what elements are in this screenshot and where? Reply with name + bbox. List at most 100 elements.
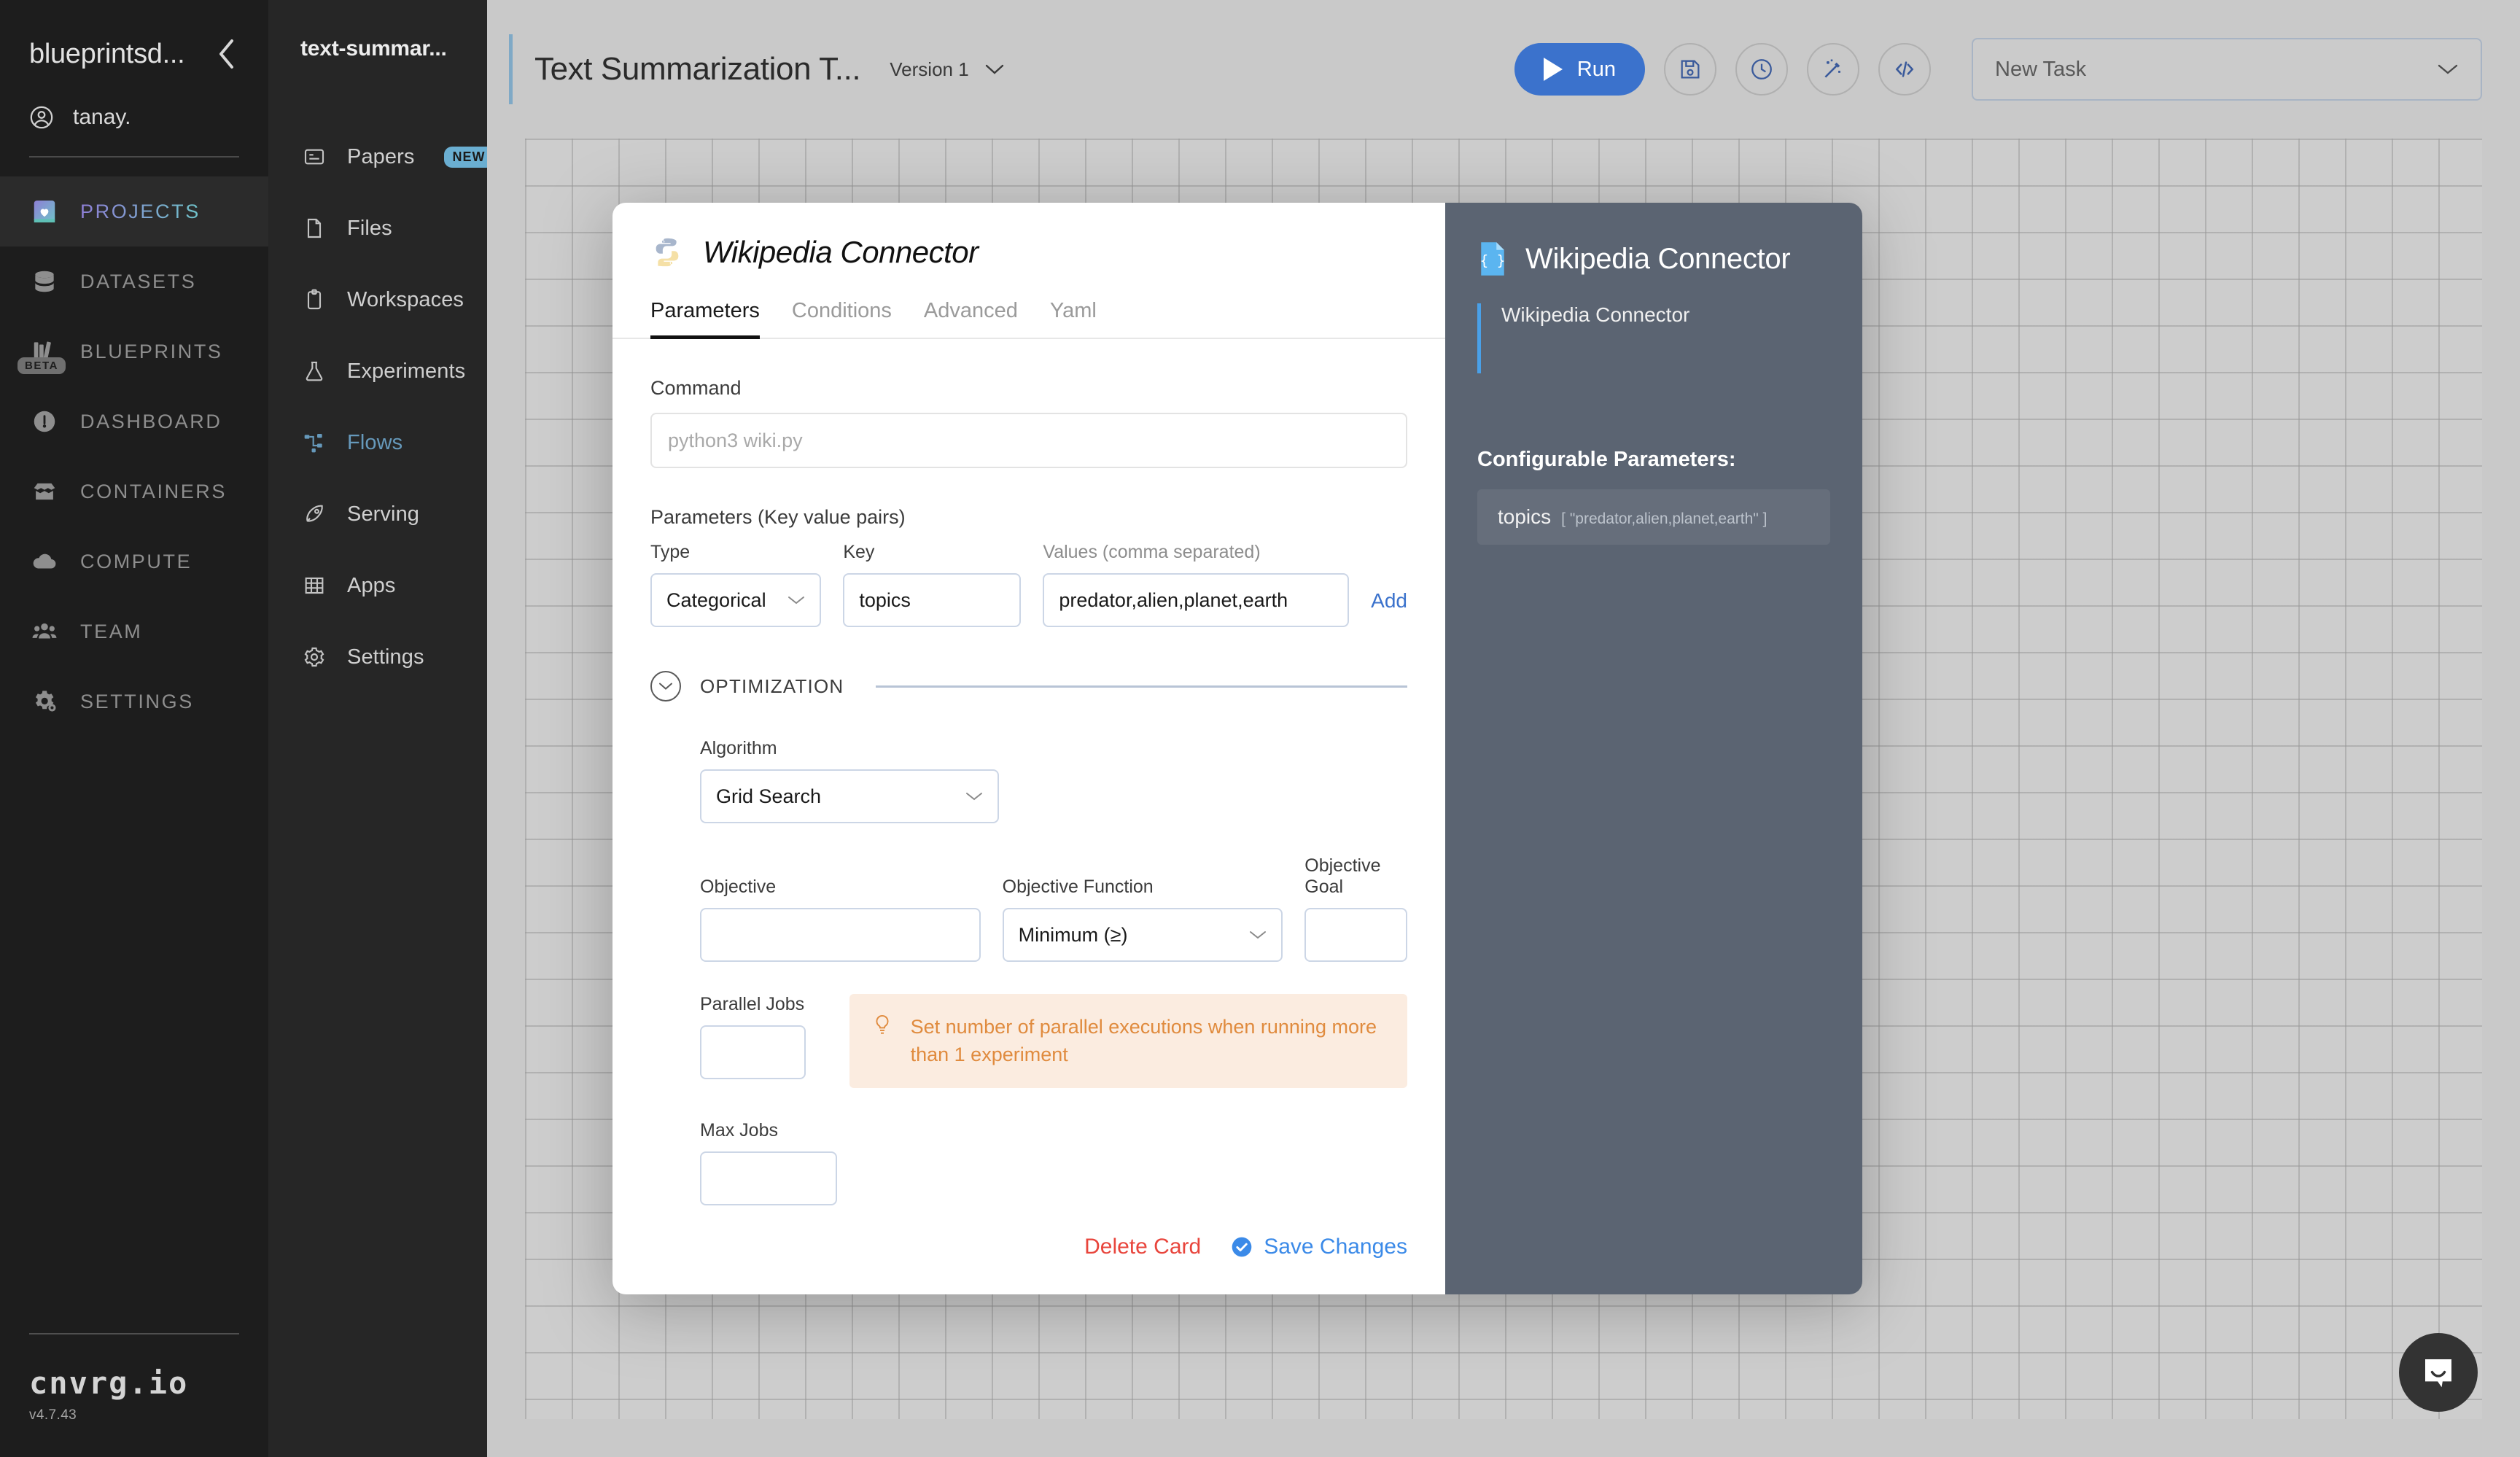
brand-footer: cnvrg.io v4.7.43 <box>0 1333 268 1457</box>
card-form-panel: Wikipedia Connector Parameters Condition… <box>612 203 1445 1294</box>
objective-function-select[interactable]: Minimum (≥) <box>1002 908 1283 962</box>
sidebar-item-workspaces[interactable]: Workspaces <box>268 264 487 335</box>
parallel-jobs-hint: Set number of parallel executions when r… <box>849 994 1407 1088</box>
sidebar-item-compute[interactable]: COMPUTE <box>0 527 268 597</box>
objective-function-col: Objective Function Minimum (≥) <box>1002 877 1283 962</box>
configurable-parameter-value: [ "predator,alien,planet,earth" ] <box>1561 510 1768 527</box>
box-open-icon <box>29 476 60 507</box>
save-flow-button[interactable] <box>1664 43 1716 96</box>
algorithm-select[interactable]: Grid Search <box>700 769 999 823</box>
parameters-section-label: Parameters (Key value pairs) <box>650 506 906 528</box>
file-icon <box>300 214 328 242</box>
sidebar-item-containers[interactable]: CONTAINERS <box>0 456 268 527</box>
sidebar-item-team[interactable]: TEAM <box>0 597 268 667</box>
beta-badge: BETA <box>18 357 66 374</box>
cloud-icon <box>29 546 60 577</box>
main-area: Text Summarization T... Version 1 Run Ne… <box>487 0 2520 1457</box>
svg-text:{ }: { } <box>1480 252 1506 269</box>
floppy-disk-icon <box>1678 57 1703 82</box>
parallel-jobs-col: Parallel Jobs <box>700 994 806 1079</box>
card-info-panel: { } Wikipedia Connector Wikipedia Connec… <box>1445 203 1862 1294</box>
objective-goal-input[interactable] <box>1304 908 1407 962</box>
optimization-body: Algorithm Grid Search Objective Objectiv… <box>650 738 1407 1205</box>
save-changes-button[interactable]: Save Changes <box>1230 1235 1407 1259</box>
user-row[interactable]: tanay. <box>29 105 239 158</box>
param-key-input[interactable] <box>843 573 1022 627</box>
gears-icon <box>29 686 60 717</box>
sidebar-item-label: Flows <box>347 430 403 454</box>
primary-sidebar: blueprintsd... tanay. PROJECTS DATASETS … <box>0 0 268 1457</box>
parameters-section: Parameters (Key value pairs) Type Catego… <box>650 506 1407 627</box>
app-root: blueprintsd... tanay. PROJECTS DATASETS … <box>0 0 2520 1457</box>
param-values-input[interactable] <box>1043 573 1350 627</box>
param-key-label: Key <box>843 542 875 562</box>
tab-yaml[interactable]: Yaml <box>1034 299 1113 338</box>
sidebar-item-label: DASHBOARD <box>80 410 222 432</box>
sidebar-item-blueprints[interactable]: BETA BLUEPRINTS <box>0 316 268 386</box>
history-button[interactable] <box>1735 43 1788 96</box>
sidebar-item-flows[interactable]: Flows <box>268 407 487 478</box>
objective-function-label: Objective Function <box>1002 877 1154 897</box>
sidebar-item-label: Workspaces <box>347 287 464 311</box>
sidebar-item-experiments[interactable]: Experiments <box>268 335 487 407</box>
parallel-jobs-input[interactable] <box>700 1025 806 1079</box>
gauge-icon <box>29 406 60 437</box>
intercom-chat-icon <box>2419 1353 2458 1392</box>
article-icon <box>300 143 328 171</box>
chat-widget-button[interactable] <box>2399 1333 2478 1412</box>
param-values-col: Values (comma separated) <box>1043 542 1350 627</box>
delete-card-button[interactable]: Delete Card <box>1084 1235 1201 1259</box>
max-jobs-input[interactable] <box>700 1151 837 1205</box>
python-icon <box>650 236 684 269</box>
flow-nodes-icon <box>300 429 328 456</box>
command-input[interactable] <box>650 413 1407 468</box>
tab-advanced[interactable]: Advanced <box>908 299 1034 338</box>
sidebar-item-serving[interactable]: Serving <box>268 478 487 550</box>
task-select[interactable]: New Task <box>1972 38 2482 101</box>
sidebar-item-papers[interactable]: Papers NEW <box>268 121 494 193</box>
magic-button[interactable] <box>1807 43 1859 96</box>
tab-parameters[interactable]: Parameters <box>650 299 776 339</box>
chevron-down-icon <box>2437 63 2459 76</box>
objective-input[interactable] <box>700 908 981 962</box>
json-file-icon: { } <box>1477 241 1508 277</box>
org-name: blueprintsd... <box>29 38 185 69</box>
info-description-text: Wikipedia Connector <box>1501 303 1690 326</box>
sidebar-item-label: CONTAINERS <box>80 480 228 502</box>
flask-icon <box>300 357 328 385</box>
tab-conditions[interactable]: Conditions <box>776 299 908 338</box>
sidebar-item-datasets[interactable]: DATASETS <box>0 246 268 316</box>
objective-col: Objective <box>700 877 981 962</box>
top-toolbar: Text Summarization T... Version 1 Run Ne… <box>487 0 2520 139</box>
parallel-jobs-row: Parallel Jobs Set number of parallel exe… <box>700 994 1407 1088</box>
sidebar-item-dashboard[interactable]: DASHBOARD <box>0 386 268 456</box>
objective-label: Objective <box>700 877 777 897</box>
flow-canvas[interactable]: Wikipedia Connector Parameters Condition… <box>525 139 2482 1419</box>
version-selector[interactable]: Version 1 <box>890 58 1003 81</box>
people-icon <box>29 616 60 647</box>
param-type-select[interactable]: Categorical <box>650 573 822 627</box>
sidebar-item-label: BLUEPRINTS <box>80 340 223 362</box>
configurable-parameter-key: topics <box>1498 505 1552 528</box>
chevron-left-icon[interactable] <box>213 38 239 70</box>
save-changes-label: Save Changes <box>1264 1234 1407 1259</box>
sidebar-item-files[interactable]: Files <box>268 193 487 264</box>
code-button[interactable] <box>1878 43 1931 96</box>
sidebar-item-apps[interactable]: Apps <box>268 550 487 621</box>
database-icon <box>29 266 60 297</box>
run-button[interactable]: Run <box>1514 43 1645 96</box>
sidebar-item-settings[interactable]: SETTINGS <box>0 667 268 737</box>
book-heart-icon <box>29 196 60 227</box>
info-description: Wikipedia Connector <box>1477 303 1830 373</box>
sidebar-item-project-settings[interactable]: Settings <box>268 621 487 693</box>
param-type-label: Type <box>650 542 691 562</box>
chevron-down-circle-icon[interactable] <box>650 671 681 702</box>
optimization-title: OPTIMIZATION <box>700 675 844 697</box>
card-body: Command Parameters (Key value pairs) Typ… <box>612 339 1445 1205</box>
param-type-value: Categorical <box>666 588 766 611</box>
sidebar-item-projects[interactable]: PROJECTS <box>0 176 268 246</box>
add-parameter-button[interactable]: Add <box>1371 589 1407 627</box>
divider <box>29 1333 239 1334</box>
brand-name: cnvrg.io <box>29 1365 189 1401</box>
project-name: text-summar... <box>300 36 447 61</box>
